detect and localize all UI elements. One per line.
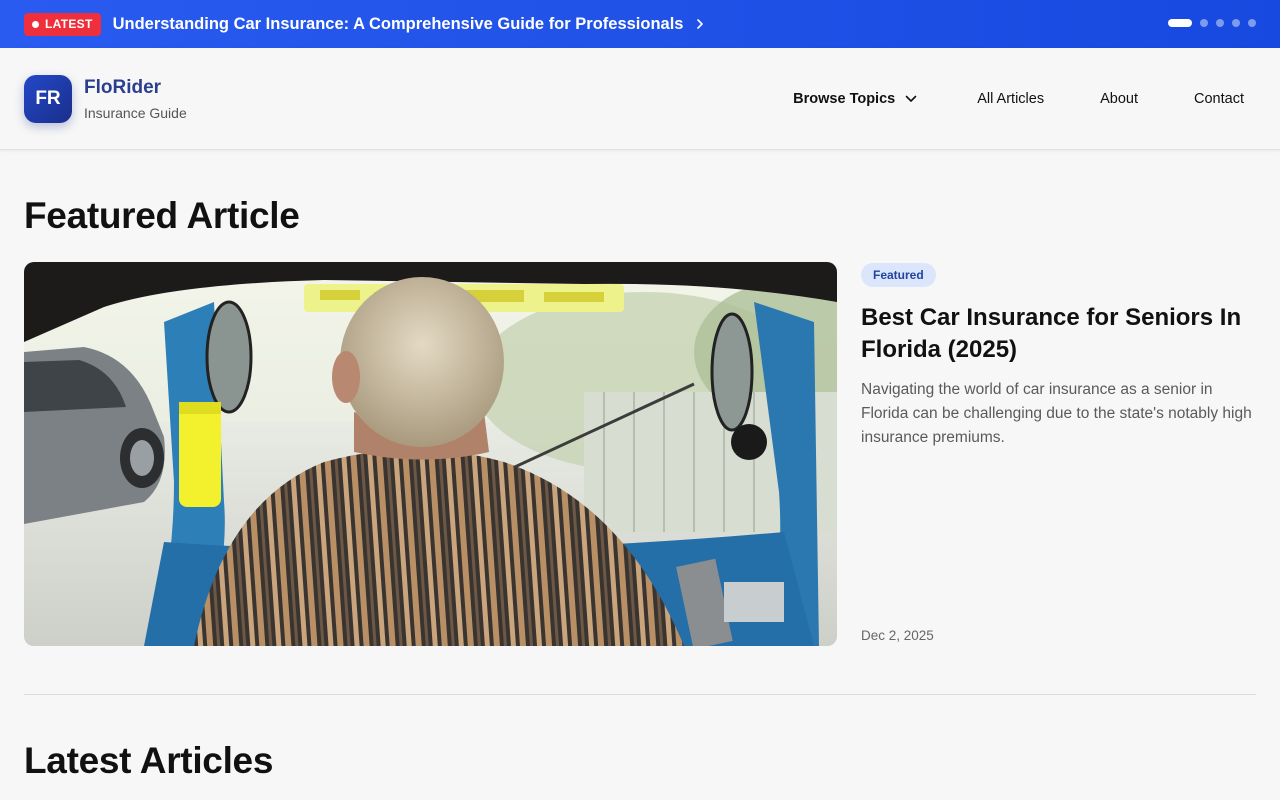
pager-dot[interactable]: [1168, 19, 1192, 27]
tuk-tuk-driver-photo: [24, 262, 837, 646]
latest-section-title: Latest Articles: [24, 740, 274, 781]
slide-pager: [1168, 19, 1256, 27]
pager-dot[interactable]: [1216, 19, 1224, 27]
chevron-right-icon: [695, 18, 705, 30]
featured-article-title[interactable]: Best Car Insurance for Seniors In Florid…: [861, 302, 1256, 366]
pager-dot[interactable]: [1232, 19, 1240, 27]
nav-browse-topics-label: Browse Topics: [793, 91, 896, 107]
announcement-headline: Understanding Car Insurance: A Comprehen…: [112, 14, 684, 33]
pager-dot[interactable]: [1200, 19, 1208, 27]
latest-badge: LATEST: [24, 12, 101, 36]
nav-about[interactable]: About: [1100, 91, 1138, 107]
pager-dot[interactable]: [1248, 19, 1256, 27]
site-header: FR FloRider Insurance Guide Browse Topic…: [0, 48, 1280, 150]
nav-contact[interactable]: Contact: [1194, 91, 1244, 107]
featured-tag[interactable]: Featured: [861, 263, 936, 287]
featured-article-image[interactable]: [24, 262, 837, 646]
announcement-link[interactable]: Understanding Car Insurance: A Comprehen…: [113, 15, 706, 34]
brand-name[interactable]: FloRider: [84, 77, 161, 99]
featured-article-date: Dec 2, 2025: [861, 628, 934, 643]
featured-section-title: Featured Article: [24, 195, 300, 236]
chevron-down-icon: [905, 95, 917, 103]
main-nav: Browse Topics All Articles About Contact: [793, 48, 1244, 150]
announcement-bar: LATEST Understanding Car Insurance: A Co…: [0, 0, 1280, 48]
section-divider: [24, 694, 1256, 695]
brand-tagline: Insurance Guide: [84, 105, 187, 121]
logo-initials: FR: [35, 88, 61, 109]
latest-badge-label: LATEST: [45, 17, 93, 31]
logo[interactable]: FR: [24, 75, 72, 123]
nav-all-articles[interactable]: All Articles: [977, 91, 1044, 107]
featured-article-excerpt: Navigating the world of car insurance as…: [861, 381, 1252, 446]
live-dot-icon: [32, 20, 39, 28]
nav-browse-topics[interactable]: Browse Topics: [793, 91, 917, 107]
